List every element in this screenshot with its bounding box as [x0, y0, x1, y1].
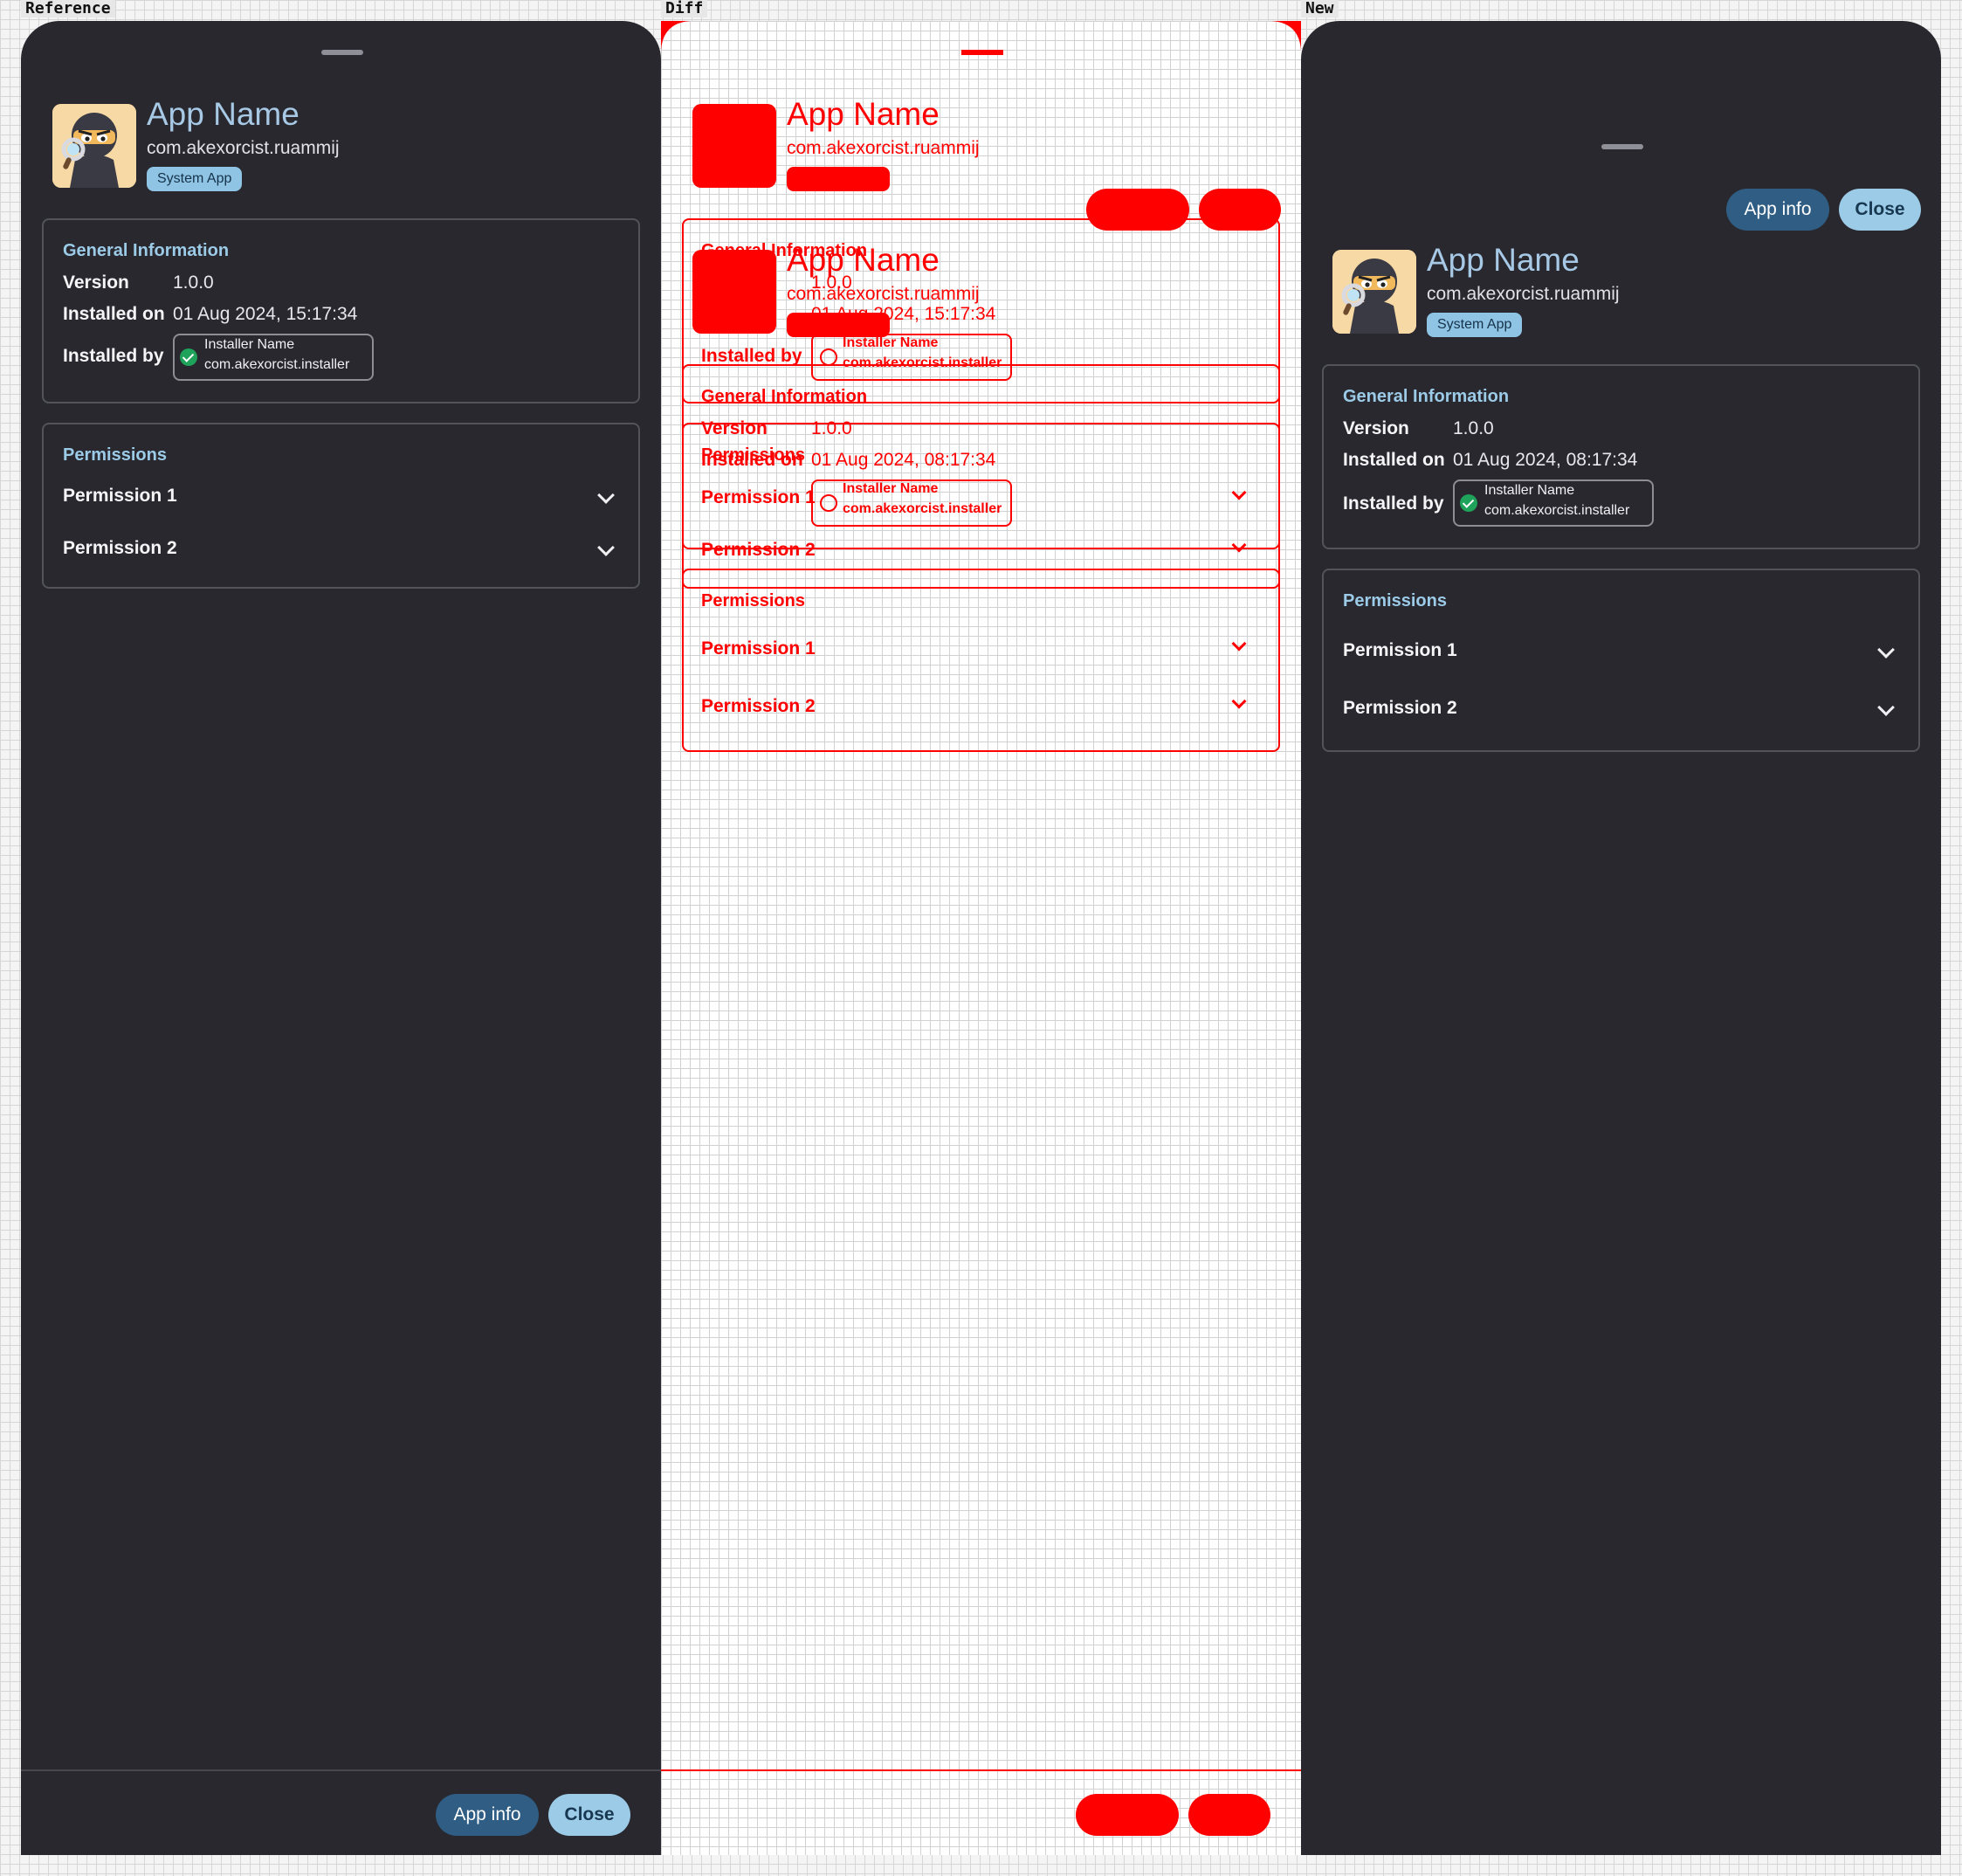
- diff-badge-new: [787, 313, 890, 337]
- permission-label: Permission 2: [63, 538, 177, 558]
- diff-footer-divider: [661, 1769, 1301, 1771]
- permissions-title: Permissions: [63, 445, 167, 465]
- permission-row-2[interactable]: Permission 2: [1324, 693, 1918, 728]
- drag-handle[interactable]: [1601, 144, 1643, 149]
- app-icon: [52, 104, 136, 188]
- diff-app-name: App Name: [787, 96, 940, 132]
- installed-by-label: Installed by: [63, 346, 164, 366]
- permission-label: Permission 1: [63, 486, 177, 506]
- diff-badge: [787, 167, 890, 191]
- app-name: App Name: [147, 96, 299, 132]
- reference-bottom-sheet: App Name com.akexorcist.ruammij System A…: [21, 21, 661, 1855]
- permission-row-1[interactable]: Permission 1: [1324, 635, 1918, 670]
- app-info-button[interactable]: App info: [436, 1794, 539, 1836]
- installed-on-label: Installed on: [63, 304, 165, 324]
- version-label: Version: [1343, 418, 1409, 438]
- installer-package: com.akexorcist.installer: [1484, 503, 1630, 518]
- diff-check-circle-icon-new: [820, 494, 837, 512]
- installer-name: Installer Name: [1484, 483, 1575, 498]
- installed-by-label: Installed by: [1343, 493, 1444, 514]
- installer-package: com.akexorcist.installer: [204, 357, 350, 372]
- diff-caption: Diff: [661, 0, 708, 17]
- installed-on-label: Installed on: [1343, 450, 1445, 470]
- system-app-badge: System App: [1427, 313, 1523, 337]
- diff-installer-name-new: Installer Name: [843, 481, 939, 496]
- diff-close-button-ref: [1188, 1794, 1270, 1836]
- chevron-down-icon[interactable]: [1877, 699, 1895, 716]
- app-name: App Name: [1427, 242, 1580, 278]
- chevron-down-icon[interactable]: [597, 486, 615, 504]
- new-caption: New: [1301, 0, 1339, 17]
- diff-app-info-button-new: [1086, 189, 1189, 231]
- general-information-card: General Information Version 1.0.0 Instal…: [42, 218, 640, 403]
- permissions-title: Permissions: [1343, 591, 1447, 610]
- permission-label: Permission 2: [1343, 698, 1457, 718]
- diff-version-label-new: Version: [701, 418, 768, 438]
- version-label: Version: [63, 272, 129, 293]
- diff-permission-1-new: Permission 1: [701, 638, 816, 659]
- installer-chip[interactable]: Installer Name com.akexorcist.installer: [173, 334, 374, 381]
- diff-installer-package-new: com.akexorcist.installer: [843, 501, 1002, 516]
- footer-divider: [21, 1769, 661, 1771]
- diff-panel: App Name com.akexorcist.ruammij General …: [661, 21, 1301, 1855]
- diff-general-title-new: General Information: [701, 387, 868, 406]
- permission-row-1[interactable]: Permission 1: [44, 480, 638, 515]
- diff-installed-on-label-new: Installed on: [701, 450, 803, 470]
- diff-app-info-button-ref: [1076, 1794, 1179, 1836]
- check-circle-icon: [180, 348, 197, 366]
- general-information-card: General Information Version 1.0.0 Instal…: [1322, 364, 1920, 549]
- installer-name: Installer Name: [204, 337, 295, 352]
- installed-on-value: 01 Aug 2024, 08:17:34: [1453, 450, 1638, 470]
- diff-installer-name: Installer Name: [843, 335, 939, 350]
- close-button[interactable]: Close: [548, 1794, 630, 1836]
- diff-app-name-new: App Name: [787, 242, 940, 278]
- diff-corner-left: [661, 21, 691, 51]
- diff-installed-on-new: 01 Aug 2024, 08:17:34: [811, 450, 996, 470]
- diff-corner-right: [1271, 21, 1301, 51]
- diff-close-button-new: [1199, 189, 1281, 231]
- diff-drag-handle: [961, 50, 1003, 55]
- general-information-title: General Information: [63, 241, 230, 260]
- diff-permission-2-new: Permission 2: [701, 696, 816, 716]
- check-circle-icon: [1460, 494, 1477, 512]
- diff-app-icon-new: [692, 250, 776, 334]
- installer-chip[interactable]: Installer Name com.akexorcist.installer: [1453, 479, 1654, 527]
- installed-on-value: 01 Aug 2024, 15:17:34: [173, 304, 358, 324]
- drag-handle[interactable]: [321, 50, 363, 55]
- permission-label: Permission 1: [1343, 640, 1457, 660]
- diff-app-icon: [692, 104, 776, 188]
- new-bottom-sheet: App info Close App Name com.akexorcist.r…: [1301, 21, 1941, 1855]
- app-icon: [1332, 250, 1416, 334]
- permissions-card: Permissions Permission 1 Permission 2: [1322, 569, 1920, 752]
- app-info-button[interactable]: App info: [1726, 189, 1829, 231]
- chevron-down-icon[interactable]: [597, 539, 615, 556]
- version-value: 1.0.0: [173, 272, 214, 293]
- app-package: com.akexorcist.ruammij: [1427, 284, 1620, 304]
- diff-app-package-new: com.akexorcist.ruammij: [787, 284, 980, 304]
- permissions-card: Permissions Permission 1 Permission 2: [42, 423, 640, 589]
- diff-version-new: 1.0.0: [811, 418, 852, 438]
- chevron-down-icon[interactable]: [1877, 641, 1895, 659]
- general-information-title: General Information: [1343, 387, 1510, 406]
- diff-app-package: com.akexorcist.ruammij: [787, 138, 980, 158]
- reference-caption: Reference: [21, 0, 115, 17]
- permission-row-2[interactable]: Permission 2: [44, 533, 638, 568]
- diff-check-circle-icon: [820, 348, 837, 366]
- diff-permissions-title-new: Permissions: [701, 591, 805, 610]
- app-package: com.akexorcist.ruammij: [147, 138, 340, 158]
- version-value: 1.0.0: [1453, 418, 1494, 438]
- system-app-badge: System App: [147, 167, 243, 191]
- close-button[interactable]: Close: [1839, 189, 1921, 231]
